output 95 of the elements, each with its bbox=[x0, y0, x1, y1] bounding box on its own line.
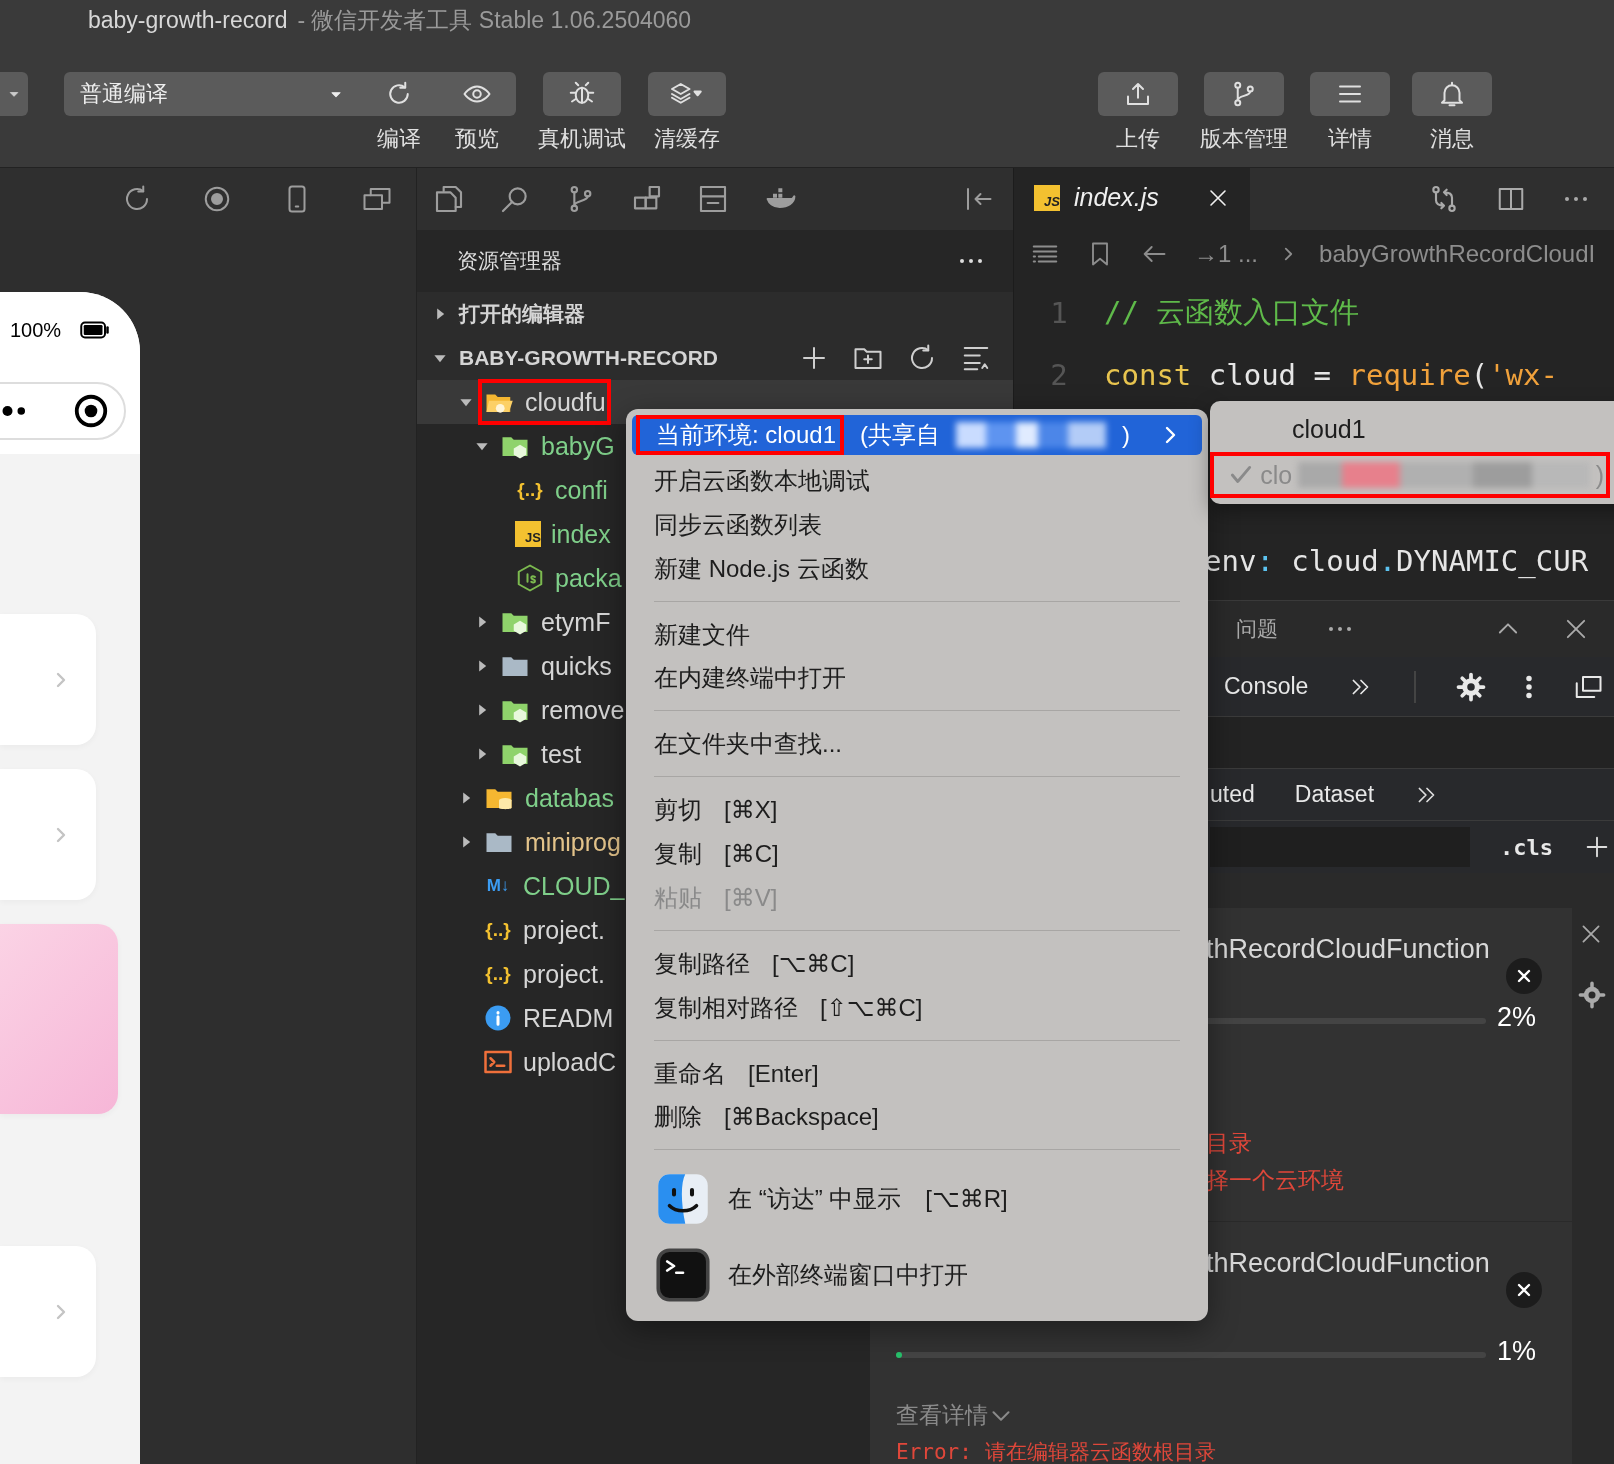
file-name[interactable]: quicks bbox=[541, 651, 612, 681]
code-line: // 云函数入口文件 bbox=[1104, 294, 1360, 331]
menu-item[interactable]: 开启云函数本地调试 bbox=[626, 459, 1208, 503]
window-subtitle: - 微信开发者工具 Stable 1.06.2504060 bbox=[297, 5, 692, 35]
toolbar-label: 清缓存 bbox=[654, 125, 720, 153]
panel-tab[interactable]: 问题 bbox=[1236, 615, 1278, 643]
menu-item[interactable]: 剪切 [⌘X] bbox=[626, 788, 1208, 833]
file-name[interactable]: READM bbox=[523, 1003, 614, 1033]
file-name[interactable]: cloudfu bbox=[525, 387, 606, 417]
toolbar-button[interactable] bbox=[1098, 72, 1178, 116]
file-name[interactable]: confi bbox=[555, 475, 608, 505]
error-text: Error: 请在编辑器云函数根目录 bbox=[896, 1439, 1216, 1464]
file-name[interactable]: babyG bbox=[541, 431, 615, 461]
window-title: baby-growth-record bbox=[88, 6, 288, 34]
menu-item[interactable]: 在外部终端窗口中打开 bbox=[626, 1237, 1208, 1313]
toolbar-button[interactable] bbox=[648, 72, 726, 116]
menu-item[interactable]: 在文件夹中查找... bbox=[626, 722, 1208, 767]
more-icon bbox=[957, 258, 985, 264]
toolbar-label: 版本管理 bbox=[1200, 125, 1288, 153]
toolbar-button[interactable] bbox=[438, 72, 516, 116]
save-icon bbox=[697, 183, 729, 215]
toolbar-label: 编译 bbox=[377, 125, 421, 153]
menu-item[interactable]: 新建文件 bbox=[626, 612, 1208, 657]
code-line: const cloud = require('wx- bbox=[1104, 358, 1558, 392]
file-name[interactable]: CLOUD_ bbox=[523, 871, 625, 901]
compile-mode-dropdown[interactable]: 普通编译 bbox=[64, 72, 360, 116]
toolbar-button[interactable] bbox=[543, 72, 621, 116]
braces-icon: {..} bbox=[515, 479, 545, 501]
breadcrumb-item[interactable]: →1 ... bbox=[1194, 240, 1259, 268]
file-name[interactable]: miniprog bbox=[525, 827, 621, 857]
menu-item[interactable]: 复制 [⌘C] bbox=[626, 832, 1208, 876]
cls-toggle[interactable]: .cls bbox=[1500, 834, 1553, 860]
styles-tab[interactable]: Dataset bbox=[1294, 781, 1375, 808]
submenu-item[interactable]: cloud1 bbox=[1210, 406, 1614, 452]
chevron-down-icon bbox=[992, 1410, 1010, 1421]
menu-item[interactable]: 重命名 [Enter] bbox=[626, 1051, 1208, 1096]
battery-percent: 100% bbox=[10, 318, 62, 342]
file-name[interactable]: project. bbox=[523, 959, 605, 989]
section-header[interactable]: 打开的编辑器 bbox=[459, 300, 585, 328]
styles-tab[interactable]: uted bbox=[1210, 781, 1255, 808]
toolbar-label: 真机调试 bbox=[538, 125, 626, 153]
menu-item[interactable]: 当前环境: cloud1 (共享自 ) bbox=[632, 415, 1202, 455]
notification-title: thRecordCloudFunction bbox=[1206, 1248, 1490, 1279]
stop-icon bbox=[202, 184, 232, 214]
toolbar-button[interactable] bbox=[1310, 72, 1390, 116]
braces-icon: {..} bbox=[483, 963, 513, 985]
file-name[interactable]: test bbox=[541, 739, 582, 769]
chevron-right-icon bbox=[56, 1303, 66, 1320]
menu-item[interactable]: 新建 Node.js 云函数 bbox=[626, 546, 1208, 591]
close-button[interactable] bbox=[1506, 1272, 1542, 1308]
js-file-icon: JS bbox=[515, 521, 541, 547]
file-name[interactable]: packa bbox=[555, 563, 622, 593]
menu-item[interactable]: 复制相对路径 [⇧⌥⌘C] bbox=[626, 985, 1208, 1030]
breadcrumb-item[interactable]: babyGrowthRecordCloudI bbox=[1319, 240, 1596, 268]
file-name[interactable]: databas bbox=[525, 783, 614, 813]
editor-tab[interactable]: JS index.js bbox=[1014, 168, 1250, 230]
menu-item[interactable]: 在 “访达” 中显示 [⌥⌘R] bbox=[626, 1161, 1208, 1238]
error-text: 目录 bbox=[1206, 1129, 1252, 1158]
chevron-right-icon bbox=[56, 826, 66, 843]
progress-percent: 1% bbox=[1496, 1336, 1536, 1367]
hexagon-icon bbox=[515, 563, 545, 593]
toolbar-label: 上传 bbox=[1116, 125, 1160, 153]
smiling-face-app-icon bbox=[656, 1172, 710, 1227]
close-button[interactable] bbox=[1506, 958, 1542, 994]
toolbar-label: 消息 bbox=[1430, 125, 1474, 153]
info-icon bbox=[483, 1003, 513, 1033]
toolbar-label: 预览 bbox=[455, 125, 499, 153]
files-icon bbox=[433, 183, 465, 215]
file-name[interactable]: etymF bbox=[541, 607, 611, 637]
file-name[interactable]: remove bbox=[541, 695, 625, 725]
file-name[interactable]: index bbox=[551, 519, 611, 549]
progress-percent: 2% bbox=[1496, 1002, 1536, 1033]
terminal-app-icon bbox=[656, 1248, 710, 1303]
menu-item[interactable]: 复制路径 [⌥⌘C] bbox=[626, 941, 1208, 986]
toolbar-button[interactable] bbox=[1204, 72, 1284, 116]
menu-item[interactable]: 在内建终端中打开 bbox=[626, 656, 1208, 701]
file-name[interactable]: uploadC bbox=[523, 1047, 617, 1077]
menu-item[interactable]: 同步云函数列表 bbox=[626, 502, 1208, 547]
toolbar-button[interactable] bbox=[1412, 72, 1492, 116]
explorer-title: 资源管理器 bbox=[457, 248, 562, 274]
details-link[interactable]: 查看详情 bbox=[896, 1400, 1010, 1431]
error-text: 择一个云环境 bbox=[1206, 1166, 1344, 1195]
target-icon bbox=[72, 392, 110, 430]
more-icon bbox=[1562, 196, 1590, 202]
menu-item[interactable]: 删除 [⌘Backspace] bbox=[626, 1095, 1208, 1140]
devtools-tab[interactable]: Console bbox=[1224, 673, 1309, 700]
chevron-right-icon bbox=[56, 671, 66, 688]
markdown-icon: M↓ bbox=[483, 876, 513, 896]
notification-title: thRecordCloudFunction bbox=[1206, 934, 1490, 965]
file-name[interactable]: project. bbox=[523, 915, 605, 945]
chevron-right-icon bbox=[1284, 246, 1294, 262]
capsule-button[interactable] bbox=[0, 382, 126, 440]
braces-icon: {..} bbox=[483, 919, 513, 941]
more-icon bbox=[1326, 626, 1354, 632]
toolbar-label: 详情 bbox=[1328, 125, 1372, 153]
